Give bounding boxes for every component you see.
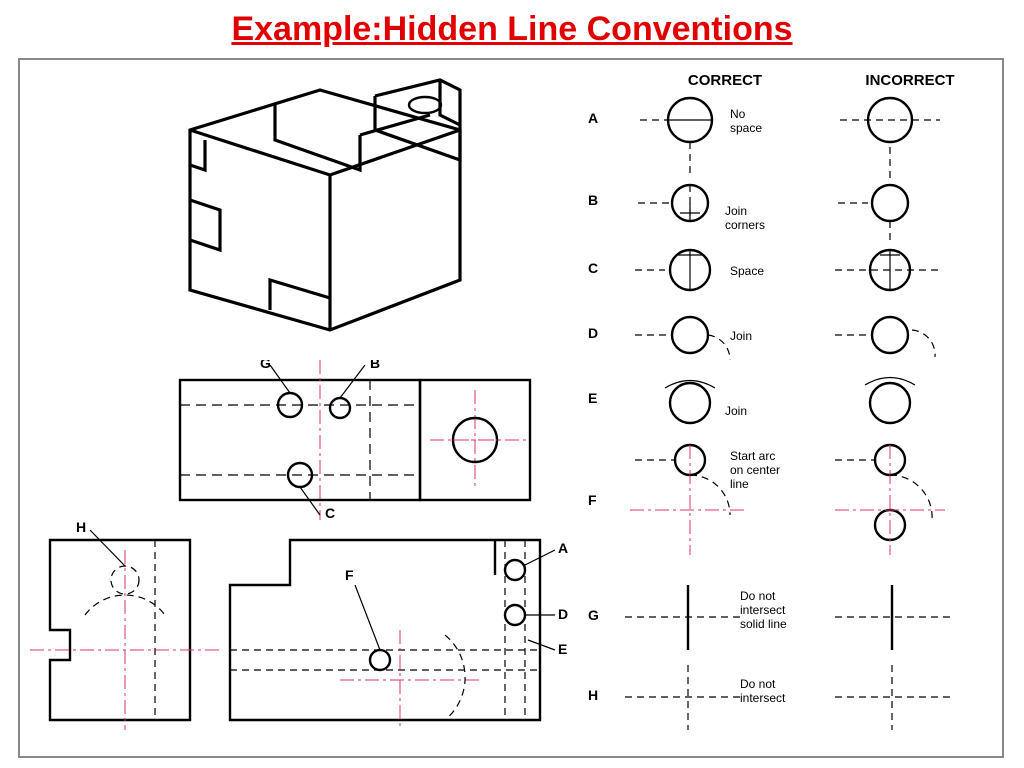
rowA-note2: space xyxy=(730,121,762,135)
svg-text:Join: Join xyxy=(725,204,747,218)
callout-E: E xyxy=(558,641,567,657)
callout-C: C xyxy=(325,505,335,520)
callout-H: H xyxy=(76,520,86,535)
callout-A: A xyxy=(558,540,568,556)
isometric-part xyxy=(130,70,510,350)
diagram-frame: G B C H F A D E CORRECT INCORRECT A No s… xyxy=(18,58,1004,758)
rowA-note1: No xyxy=(730,107,746,121)
callout-G: G xyxy=(260,360,271,371)
front-view: F A D E xyxy=(220,520,570,740)
col-incorrect: INCORRECT xyxy=(865,72,954,89)
svg-text:Join: Join xyxy=(725,404,747,418)
rowE-letter: E xyxy=(588,390,597,406)
rowF-letter: F xyxy=(588,492,597,508)
rowB-letter: B xyxy=(588,192,598,208)
svg-text:solid line: solid line xyxy=(740,617,787,631)
rowG-letter: G xyxy=(588,607,599,623)
rowH-letter: H xyxy=(588,687,598,703)
top-view: G B C xyxy=(170,360,550,520)
svg-text:intersect: intersect xyxy=(740,691,786,705)
svg-text:line: line xyxy=(730,477,749,491)
left-view: H xyxy=(30,520,220,740)
rowD-letter: D xyxy=(588,325,598,341)
svg-text:Start arc: Start arc xyxy=(730,449,775,463)
callout-B: B xyxy=(370,360,380,371)
rowA-letter: A xyxy=(588,110,598,126)
convention-table: CORRECT INCORRECT A No space B Join corn… xyxy=(580,65,1000,755)
page-title: Example:Hidden Line Conventions xyxy=(0,0,1024,53)
callout-D: D xyxy=(558,606,568,622)
svg-text:intersect: intersect xyxy=(740,603,786,617)
svg-text:on center: on center xyxy=(730,463,780,477)
svg-text:Space: Space xyxy=(730,264,764,278)
rowC-letter: C xyxy=(588,260,598,276)
col-correct: CORRECT xyxy=(688,72,762,89)
callout-F: F xyxy=(345,567,354,583)
svg-text:Do not: Do not xyxy=(740,677,776,691)
svg-text:Do not: Do not xyxy=(740,589,776,603)
svg-text:Join: Join xyxy=(730,329,752,343)
svg-text:corners: corners xyxy=(725,218,765,232)
